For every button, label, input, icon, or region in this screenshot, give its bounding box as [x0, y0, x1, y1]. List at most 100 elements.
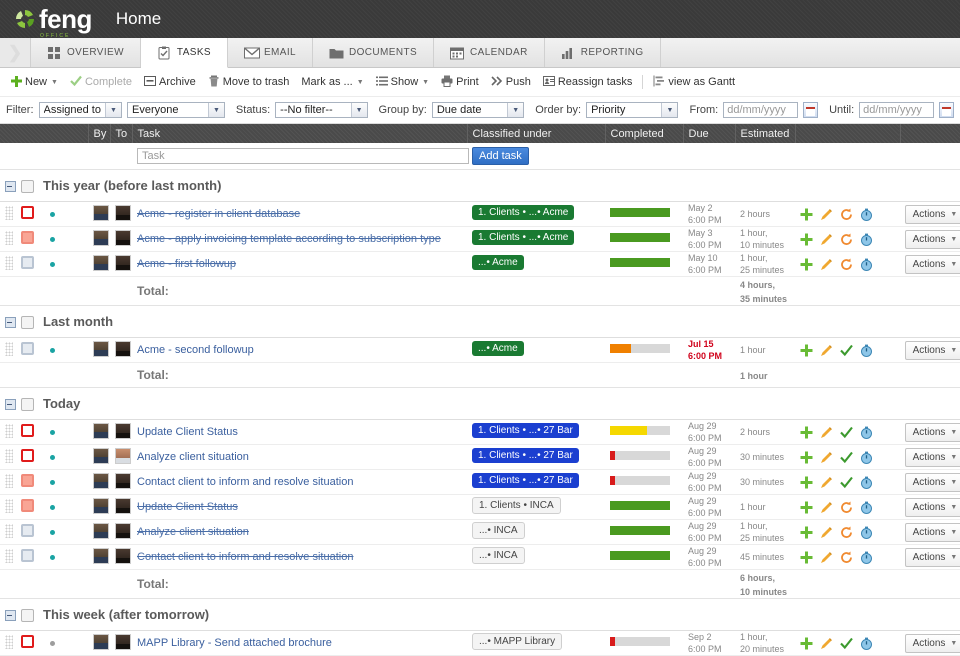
task-row[interactable]: MAPP Library - Send attached brochure...… [0, 630, 960, 656]
drag-handle[interactable] [5, 341, 13, 356]
avatar-to[interactable] [115, 204, 131, 221]
timer-icon[interactable] [860, 344, 873, 357]
timer-icon[interactable] [860, 526, 873, 539]
actions-button[interactable]: Actions ▼ [905, 422, 960, 442]
priority-checkbox[interactable] [21, 449, 34, 462]
task-link[interactable]: Acme - first followup [137, 258, 236, 270]
col-header-to[interactable]: To [110, 124, 133, 143]
avatar-by[interactable] [93, 472, 109, 489]
drag-handle[interactable] [5, 423, 13, 438]
calendar-icon[interactable] [803, 102, 819, 118]
add-time-icon[interactable] [800, 344, 813, 357]
workspace-tag[interactable]: 1. Clients • ...• Acme [472, 230, 575, 245]
drag-handle[interactable] [5, 634, 13, 649]
priority-checkbox[interactable] [21, 256, 34, 269]
task-row[interactable]: Acme - register in client database 1. Cli… [0, 201, 960, 227]
edit-icon[interactable] [820, 233, 833, 246]
actions-button[interactable]: Actions ▼ [905, 447, 960, 467]
workspace-tag[interactable]: 1. Clients • ...• 27 Bar [472, 423, 579, 438]
task-row[interactable]: Analyze client situation ...• INCA Aug 29 6… [0, 519, 960, 545]
actions-button[interactable]: Actions ▼ [905, 522, 960, 542]
add-time-icon[interactable] [800, 637, 813, 650]
group-select-checkbox[interactable] [21, 609, 34, 623]
sidebar-toggle-button[interactable]: ❯ [0, 38, 30, 67]
tab-reporting[interactable]: REPORTING [545, 38, 661, 67]
priority-checkbox[interactable] [21, 549, 34, 562]
rotate-icon[interactable] [840, 233, 853, 246]
add-time-icon[interactable] [800, 426, 813, 439]
timer-icon[interactable] [860, 208, 873, 221]
drag-handle[interactable] [5, 255, 13, 270]
show-button[interactable]: Show ▼ [372, 75, 433, 90]
rotate-icon[interactable] [840, 551, 853, 564]
add-time-icon[interactable] [800, 233, 813, 246]
collapse-icon[interactable] [5, 610, 16, 622]
group-by-select[interactable]: Due date ▼ [431, 102, 525, 118]
drag-handle[interactable] [5, 498, 13, 513]
archive-button[interactable]: Archive [140, 75, 200, 90]
task-row[interactable]: Acme - second followup ...• Acme Jul 15 6:0… [0, 337, 960, 363]
timer-icon[interactable] [860, 476, 873, 489]
check-icon[interactable] [840, 476, 853, 489]
drag-handle[interactable] [5, 473, 13, 488]
task-link[interactable]: Acme - second followup [137, 344, 254, 356]
task-row[interactable]: Update Client Status 1. Clients • ...• 27… [0, 419, 960, 445]
avatar-by[interactable] [93, 254, 109, 271]
tab-documents[interactable]: DOCUMENTS [313, 38, 435, 67]
tab-calendar[interactable]: CALENDAR [434, 38, 545, 67]
edit-icon[interactable] [820, 526, 833, 539]
drag-handle[interactable] [5, 205, 13, 220]
priority-checkbox[interactable] [21, 206, 34, 219]
task-row[interactable]: Contact client to inform and resolve sit… [0, 469, 960, 495]
task-row[interactable]: Acme - first followup ...• Acme May 10 6:00… [0, 251, 960, 277]
timer-icon[interactable] [860, 551, 873, 564]
workspace-tag[interactable]: 1. Clients • INCA [472, 497, 561, 514]
collapse-icon[interactable] [5, 317, 16, 329]
check-icon[interactable] [840, 637, 853, 650]
actions-button[interactable]: Actions ▼ [905, 254, 960, 274]
quick-add-task-input[interactable]: Task [137, 148, 469, 164]
task-link[interactable]: Acme - apply invoicing template accordin… [137, 233, 441, 245]
edit-icon[interactable] [820, 501, 833, 514]
avatar-by[interactable] [93, 547, 109, 564]
priority-checkbox[interactable] [21, 499, 34, 512]
task-row[interactable]: Contact client to inform and resolve sit… [0, 544, 960, 570]
avatar-by[interactable] [93, 340, 109, 357]
task-link[interactable]: Analyze client situation [137, 526, 249, 538]
view-as-gantt-button[interactable]: view as Gantt [649, 75, 739, 90]
edit-icon[interactable] [820, 344, 833, 357]
timer-icon[interactable] [860, 426, 873, 439]
workspace-tag[interactable]: ...• INCA [472, 522, 525, 539]
workspace-tag[interactable]: ...• MAPP Library [472, 633, 563, 650]
edit-icon[interactable] [820, 637, 833, 650]
task-row[interactable]: Analyze client situation 1. Clients • ...… [0, 444, 960, 470]
task-row[interactable]: Update Client Status 1. Clients • INCA Aug… [0, 494, 960, 520]
push-button[interactable]: Push [487, 75, 535, 90]
workspace-tag[interactable]: ...• Acme [472, 255, 524, 270]
task-link[interactable]: MAPP Library - Send attached brochure [137, 637, 332, 649]
avatar-to[interactable] [115, 447, 131, 464]
col-header-by[interactable]: By [88, 124, 111, 143]
timer-icon[interactable] [860, 501, 873, 514]
group-select-checkbox[interactable] [21, 398, 34, 412]
avatar-to[interactable] [115, 472, 131, 489]
drag-handle[interactable] [5, 548, 13, 563]
priority-checkbox[interactable] [21, 635, 34, 648]
avatar-to[interactable] [115, 497, 131, 514]
timer-icon[interactable] [860, 637, 873, 650]
complete-button[interactable]: Complete [66, 75, 136, 90]
edit-icon[interactable] [820, 426, 833, 439]
col-header-task[interactable]: Task [132, 124, 468, 143]
col-header-estimated[interactable]: Estimated [735, 124, 796, 143]
workspace-tag[interactable]: ...• INCA [472, 547, 525, 564]
filter-value-select[interactable]: Everyone ▼ [126, 102, 225, 118]
collapse-icon[interactable] [5, 181, 16, 193]
rotate-icon[interactable] [840, 208, 853, 221]
avatar-by[interactable] [93, 447, 109, 464]
tab-email[interactable]: EMAIL [228, 38, 313, 67]
task-link[interactable]: Update Client Status [137, 501, 238, 513]
drag-handle[interactable] [5, 448, 13, 463]
task-link[interactable]: Update Client Status [137, 426, 238, 438]
check-icon[interactable] [840, 451, 853, 464]
group-select-checkbox[interactable] [21, 180, 34, 194]
